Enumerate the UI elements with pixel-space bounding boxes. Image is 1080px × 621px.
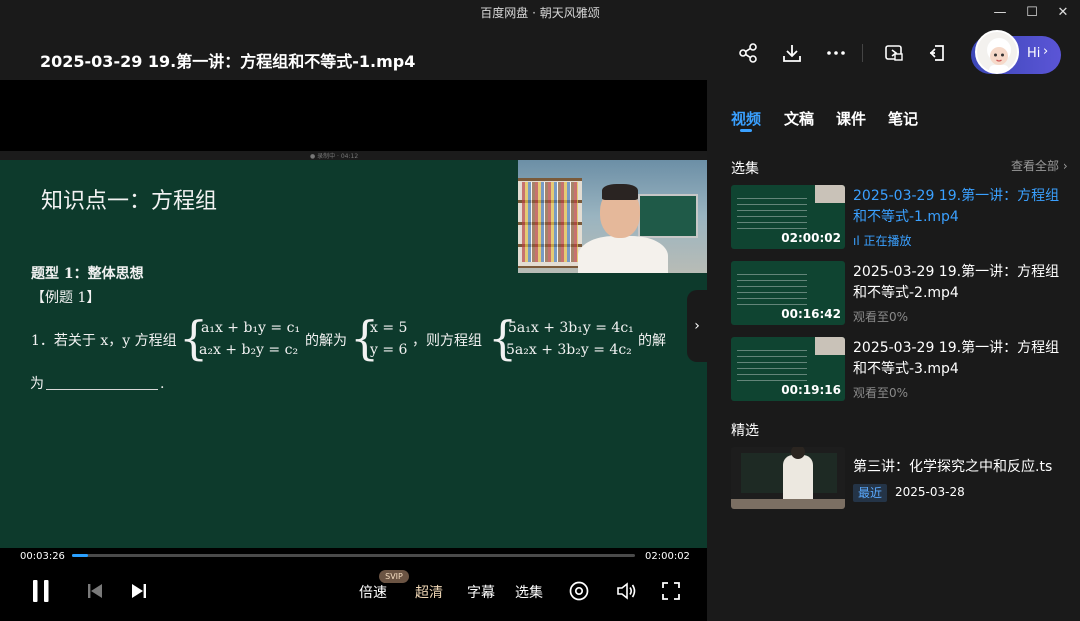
player-controls [0, 548, 707, 621]
chevron-right-icon: › [694, 318, 700, 334]
tab-courseware[interactable]: 课件 [836, 108, 866, 129]
blank-suffix: . [160, 376, 165, 392]
close-button[interactable]: ✕ [1046, 0, 1080, 24]
question-prefix: 1．若关于 x，y 方程组 [31, 333, 177, 349]
volume-icon [617, 582, 636, 600]
speed-button[interactable]: 倍速 [359, 582, 387, 602]
screen-mirror-button[interactable] [881, 40, 907, 66]
episode-title: 2025-03-29 19.第一讲：方程组和不等式-1.mp4 [853, 188, 1060, 225]
featured-thumbnail [731, 447, 845, 509]
playing-bars-icon: ıl [853, 234, 864, 248]
episodes-section-title: 选集 [731, 161, 759, 177]
episode-title: 2025-03-29 19.第一讲：方程组和不等式-2.mp4 [853, 264, 1060, 301]
more-button[interactable] [823, 40, 849, 66]
view-all-link[interactable]: 查看全部 › [1011, 157, 1068, 174]
episode-status: 观看至0% [853, 386, 909, 400]
close-icon: ✕ [1057, 4, 1069, 20]
tab-notes[interactable]: 笔记 [888, 108, 918, 129]
episode-item-3[interactable]: 00:19:16 2025-03-29 19.第一讲：方程组和不等式-3.mp4… [731, 337, 1071, 401]
episodes-button[interactable]: 选集 [515, 582, 543, 602]
episode-duration: 00:16:42 [781, 307, 841, 321]
then-text: ，则方程组 [412, 333, 482, 349]
episode-thumbnail: 00:19:16 [731, 337, 845, 401]
svip-badge: SVIP [379, 570, 409, 583]
quality-button[interactable]: 超清 [415, 582, 443, 602]
episode-item-2[interactable]: 00:16:42 2025-03-29 19.第一讲：方程组和不等式-2.mp4… [731, 261, 1071, 325]
episode-duration: 00:19:16 [781, 383, 841, 397]
featured-item[interactable]: 第三讲：化学探究之中和反应.ts 最近 2025-03-28 [731, 447, 1071, 509]
assistant-avatar [975, 30, 1019, 74]
episode-thumbnail: 00:16:42 [731, 261, 845, 325]
blank-prefix: 为 [30, 376, 44, 392]
player-header: 2025-03-29 19.第一讲：方程组和不等式-1.mp4 [0, 24, 1080, 80]
episode-status: ıl 正在播放 [853, 234, 912, 248]
progress-bar[interactable] [72, 554, 635, 557]
system1-line2: a₂x + b₂y = c₂ [199, 342, 299, 358]
header-divider [862, 44, 863, 62]
answer-blank: 为. [30, 373, 164, 393]
previous-button[interactable] [84, 576, 106, 606]
window-titlebar: 百度网盘 · 朝天风雅颂 — ☐ ✕ [0, 0, 1080, 24]
minimize-icon: — [993, 4, 1007, 20]
download-button[interactable] [779, 40, 805, 66]
system1-line1: a₁x + b₁y = c₁ [201, 320, 301, 336]
pause-button[interactable] [28, 576, 54, 606]
next-episode-tab[interactable]: › [687, 290, 707, 362]
episode-title: 2025-03-29 19.第一讲：方程组和不等式-3.mp4 [853, 340, 1060, 377]
video-player[interactable]: ● 录制中 · 04:12 知识点一：方程组 题型 1：整体思想 【例题 1】 … [0, 80, 707, 621]
system2-line1: 5a₁x + 3b₁y = 4c₁ [508, 320, 634, 336]
pin-icon [929, 45, 944, 61]
solution-line1: x = 5 [370, 320, 408, 336]
tab-video[interactable]: 视频 [731, 108, 761, 129]
tab-transcript[interactable]: 文稿 [784, 108, 814, 129]
maximize-button[interactable]: ☐ [1015, 0, 1049, 24]
settings-icon [569, 581, 589, 601]
file-title: 2025-03-29 19.第一讲：方程组和不等式-1.mp4 [40, 52, 416, 71]
progress-fill [72, 554, 89, 557]
active-tab-indicator [740, 129, 752, 132]
current-time: 00:03:26 [20, 551, 65, 562]
fullscreen-icon [662, 582, 680, 600]
chevron-right-icon: › [1043, 44, 1049, 59]
share-button[interactable] [735, 40, 761, 66]
solution-text: 的解为 [305, 333, 347, 349]
episode-status: 观看至0% [853, 310, 909, 324]
skip-next-icon [132, 584, 146, 598]
teacher-webcam [518, 160, 707, 273]
books [522, 182, 578, 262]
episode-duration: 02:00:02 [781, 231, 841, 245]
minimize-button[interactable]: — [983, 0, 1017, 24]
window-title: 百度网盘 · 朝天风雅颂 [480, 6, 600, 20]
more-icon [827, 51, 845, 55]
pin-button[interactable] [925, 40, 951, 66]
featured-title: 第三讲：化学探究之中和反应.ts [853, 459, 1053, 475]
next-button[interactable] [128, 576, 150, 606]
system2-line2: 5a₂x + 3b₂y = 4c₂ [506, 342, 632, 358]
maximize-icon: ☐ [1026, 4, 1038, 20]
skip-previous-icon [88, 584, 102, 598]
assistant-label: Hi [1027, 46, 1041, 61]
pause-icon [33, 580, 49, 602]
episode-item-1[interactable]: 02:00:02 2025-03-29 19.第一讲：方程组和不等式-1.mp4… [731, 185, 1071, 249]
featured-section-title: 精选 [731, 423, 759, 439]
recording-bar: ● 录制中 · 04:12 [0, 151, 707, 160]
volume-button[interactable] [614, 576, 638, 606]
fullscreen-button[interactable] [660, 576, 682, 606]
solution-line2: y = 6 [370, 342, 408, 358]
slide-heading: 知识点一：方程组 [41, 189, 218, 214]
download-icon [783, 45, 801, 62]
teacher-figure [578, 182, 668, 273]
subtitle-button[interactable]: 字幕 [467, 582, 495, 602]
recent-tag: 最近 [853, 484, 887, 502]
featured-date: 2025-03-28 [895, 485, 965, 499]
end-text: 的解 [638, 333, 666, 349]
settings-button[interactable] [567, 576, 591, 606]
share-icon [739, 43, 757, 63]
screen-mirror-icon [885, 45, 903, 61]
blank-line [46, 378, 158, 390]
slide-example-label: 【例题 1】 [31, 290, 101, 306]
slide-question-type: 题型 1：整体思想 [31, 266, 144, 282]
episode-thumbnail: 02:00:02 [731, 185, 845, 249]
total-time: 02:00:02 [645, 551, 690, 562]
